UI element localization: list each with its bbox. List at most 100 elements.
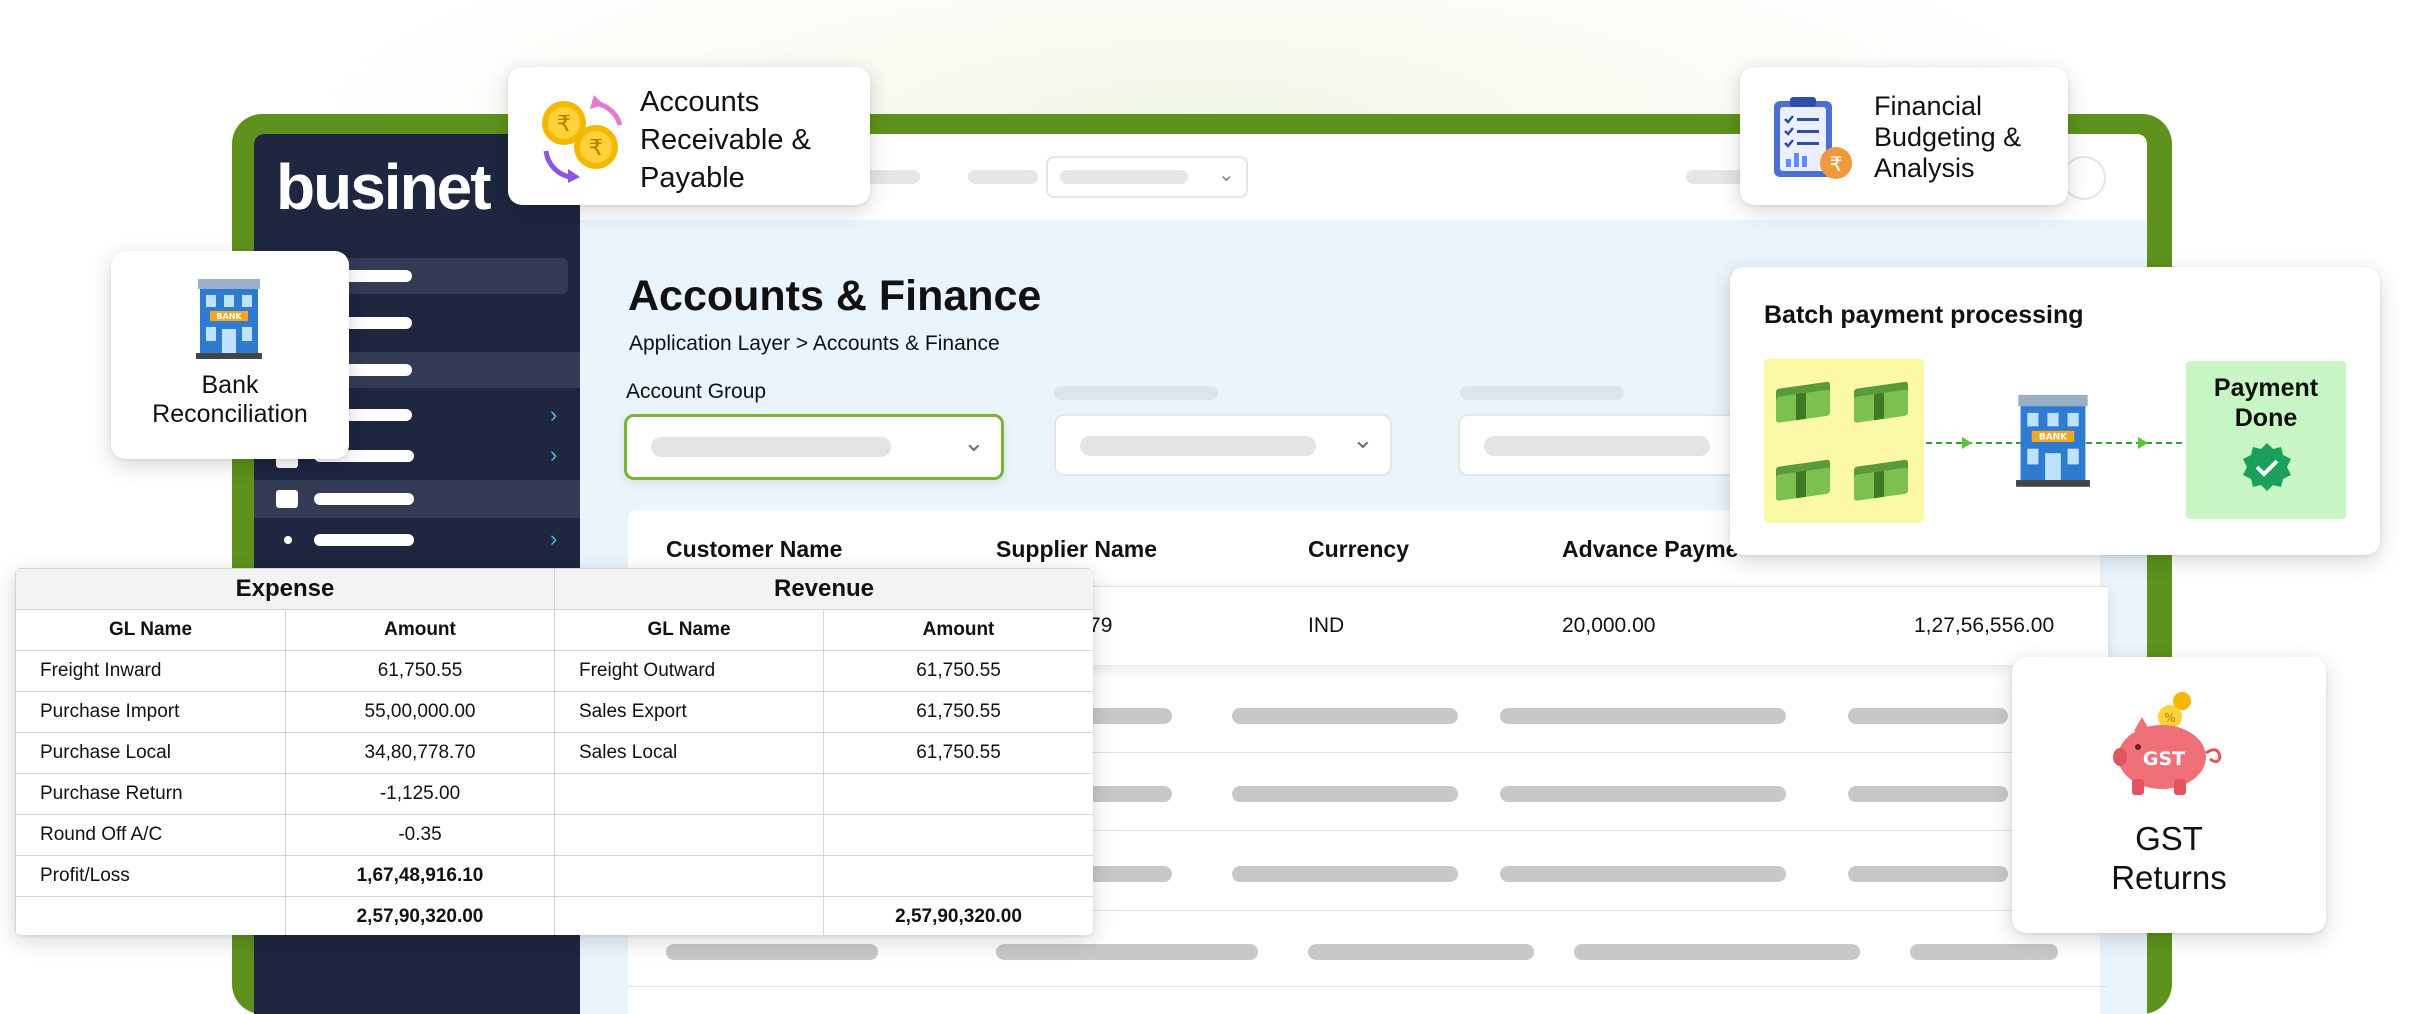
exp-total: 2,57,90,320.00 (285, 896, 555, 935)
exp-gl-name (15, 896, 286, 935)
column-header-advance[interactable]: Advance Payme (1562, 536, 1738, 563)
skeleton-cell (1232, 866, 1458, 882)
sidebar-bullet-icon (284, 536, 292, 544)
rev-amount: 61,750.55 (822, 691, 1093, 733)
column-header-customer[interactable]: Customer Name (666, 536, 842, 563)
chevron-down-icon: ⌄ (1218, 164, 1235, 186)
svg-text:₹: ₹ (557, 112, 571, 137)
callout-bank-reconciliation: BANK Bank Reconciliation (111, 251, 349, 459)
header-skeleton (1686, 170, 1746, 184)
table-row[interactable]: Purchase Local 34,80,778.70 Sales Local … (15, 732, 1093, 774)
batch-payment-card: Batch payment processing BANK Payment Do… (1730, 267, 2380, 555)
skeleton-cell (1848, 708, 2008, 724)
cell-advance: 20,000.00 (1562, 614, 1656, 637)
rev-amount (822, 855, 1093, 897)
user-avatar[interactable] (2062, 156, 2106, 200)
rev-gl-name: Sales Local (554, 732, 824, 774)
skeleton-cell (1574, 944, 1860, 960)
col-amount: Amount (822, 609, 1093, 651)
exp-amount: -0.35 (285, 814, 555, 856)
chevron-right-icon[interactable]: › (550, 526, 557, 552)
cell-total: 1,27,56,556.00 (1914, 614, 2055, 637)
chevron-right-icon[interactable]: › (550, 402, 557, 428)
rev-gl-name (554, 814, 824, 856)
expense-header: Expense (15, 568, 555, 610)
column-header-supplier[interactable]: Supplier Name (996, 536, 1157, 563)
skeleton-cell (1308, 944, 1534, 960)
table-row[interactable]: Purchase Return -1,125.00 (15, 773, 1093, 815)
svg-text:₹: ₹ (1830, 152, 1843, 176)
sidebar-item-6[interactable] (314, 493, 414, 505)
skeleton-cell (1500, 866, 1786, 882)
page-title: Accounts & Finance (628, 272, 1042, 320)
rev-gl-name: Freight Outward (554, 650, 824, 692)
callout-label: Financial Budgeting & Analysis (1874, 91, 2022, 183)
rev-amount: 61,750.55 (822, 650, 1093, 692)
svg-text:GST: GST (2143, 748, 2185, 770)
table-row[interactable]: Round Off A/C -0.35 (15, 814, 1093, 856)
skeleton-cell (996, 944, 1258, 960)
rev-amount (822, 814, 1093, 856)
skeleton-cell (1910, 944, 2058, 960)
skeleton-cell (1848, 786, 2008, 802)
header-dropdown[interactable]: ⌄ (1046, 156, 1248, 198)
exp-amount: 34,80,778.70 (285, 732, 555, 774)
callout-financial-budgeting: ₹ Financial Budgeting & Analysis (1740, 67, 2068, 205)
table-row[interactable]: Freight Inward 61,750.55 Freight Outward… (15, 650, 1093, 692)
filter-label-skeleton (1460, 386, 1624, 400)
bank-building-icon: BANK (2016, 395, 2090, 487)
skeleton-cell (1500, 786, 1786, 802)
money-stack-icon (1776, 381, 1908, 501)
exp-gl-name: Purchase Import (15, 691, 286, 733)
exp-gl-name: Profit/Loss (15, 855, 286, 897)
col-gl-name: GL Name (554, 609, 824, 651)
chevron-down-icon: ⌄ (963, 427, 985, 457)
cell-currency: IND (1308, 614, 1345, 637)
payment-done-label: Payment Done (2213, 374, 2319, 432)
skeleton-cell (1232, 786, 1458, 802)
rev-gl-name (554, 773, 824, 815)
exp-amount: -1,125.00 (285, 773, 555, 815)
exp-amount: 1,67,48,916.10 (285, 855, 555, 897)
breadcrumb[interactable]: Application Layer > Accounts & Finance (629, 332, 1000, 356)
callout-accounts-receivable-payable: ₹ ₹ Accounts Receivable & Payable (508, 67, 870, 205)
exp-gl-name: Freight Inward (15, 650, 286, 692)
col-gl-name: GL Name (15, 609, 286, 651)
rupee-coins-icon: ₹ ₹ (542, 95, 623, 183)
filter-select[interactable]: ⌄ (1054, 414, 1392, 476)
payment-done-panel: Payment Done (2186, 361, 2346, 519)
rev-amount: 61,750.55 (822, 732, 1093, 774)
exp-amount: 55,00,000.00 (285, 691, 555, 733)
exp-amount: 61,750.55 (285, 650, 555, 692)
callout-label: GST Returns (2111, 820, 2227, 896)
sidebar-checkbox-icon[interactable] (276, 490, 298, 508)
bank-building-icon: BANK (196, 279, 262, 359)
col-amount: Amount (285, 609, 555, 651)
callout-gst-returns: % GST GST Returns (2012, 657, 2326, 933)
skeleton-cell (1848, 866, 2008, 882)
chevron-down-icon: ⌄ (1352, 424, 1374, 454)
svg-text:BANK: BANK (2039, 433, 2068, 443)
sidebar-item-7[interactable] (314, 534, 414, 546)
sidebar-item-highlight-3 (254, 480, 580, 518)
account-group-select[interactable]: ⌄ (624, 414, 1004, 480)
brand-logo: businet (276, 151, 492, 223)
chevron-right-icon[interactable]: › (550, 442, 557, 468)
rev-gl-name (554, 896, 824, 935)
batch-title: Batch payment processing (1764, 301, 2084, 329)
gl-table: Expense Revenue GL Name Amount GL Name A… (15, 568, 1093, 935)
gl-summary-table: Expense Revenue GL Name Amount GL Name A… (15, 568, 1093, 935)
table-row[interactable]: Profit/Loss 1,67,48,916.10 (15, 855, 1093, 897)
svg-text:₹: ₹ (589, 136, 603, 161)
rev-total: 2,57,90,320.00 (822, 896, 1093, 935)
header-skeleton (968, 170, 1038, 184)
table-row[interactable]: Purchase Import 55,00,000.00 Sales Expor… (15, 691, 1093, 733)
rev-gl-name: Sales Export (554, 691, 824, 733)
callout-label: Accounts Receivable & Payable (640, 86, 811, 194)
money-stack-panel (1764, 359, 1924, 523)
exp-gl-name: Purchase Local (15, 732, 286, 774)
filter-select[interactable] (1458, 414, 1762, 476)
exp-gl-name: Round Off A/C (15, 814, 286, 856)
revenue-header: Revenue (553, 568, 1093, 610)
column-header-currency[interactable]: Currency (1308, 536, 1409, 563)
